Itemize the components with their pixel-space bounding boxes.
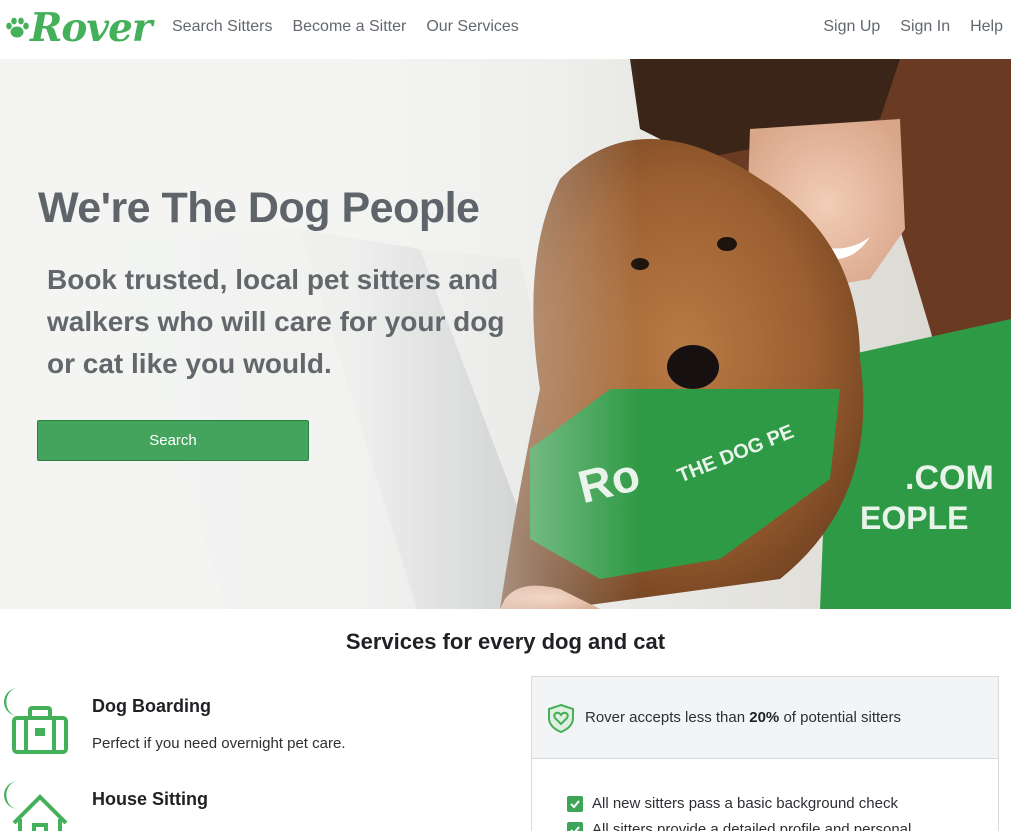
hero-title: We're The Dog People <box>38 184 480 232</box>
paw-icon <box>6 17 29 38</box>
check-item-text: All new sitters pass a basic background … <box>592 795 898 812</box>
trust-statement-percent: 20% <box>749 709 780 726</box>
svg-text:EOPLE: EOPLE <box>860 500 968 536</box>
rover-logo[interactable]: Rover <box>4 4 152 52</box>
checkmark-icon <box>567 821 583 831</box>
service-dog-boarding[interactable]: Dog Boarding Perfect if you need overnig… <box>0 686 520 776</box>
nav-sign-in[interactable]: Sign In <box>900 18 950 36</box>
nav-our-services[interactable]: Our Services <box>426 18 518 36</box>
suitcase-moon-icon <box>4 688 68 754</box>
house-moon-icon <box>4 781 68 831</box>
services-heading: Services for every dog and cat <box>345 629 666 654</box>
trust-panel-header: Rover accepts less than 20% of potential… <box>532 677 998 759</box>
service-name: Dog Boarding <box>92 696 211 716</box>
trust-panel: Rover accepts less than 20% of potential… <box>531 676 999 831</box>
checkmark-icon <box>567 795 583 812</box>
service-description: Perfect if you need overnight pet care. <box>92 735 346 752</box>
shield-heart-icon <box>548 703 574 733</box>
search-button[interactable]: Search <box>37 420 309 461</box>
trust-statement-prefix: Rover accepts less than <box>585 709 750 726</box>
nav-search-sitters[interactable]: Search Sitters <box>172 18 272 36</box>
service-name: House Sitting <box>92 789 208 809</box>
nav-help[interactable]: Help <box>970 18 1003 36</box>
nav-sign-up[interactable]: Sign Up <box>823 18 880 36</box>
check-item-text: All sitters provide a detailed profile a… <box>592 821 912 831</box>
trust-statement-suffix: of potential sitters <box>779 709 902 726</box>
logo-text: Rover <box>30 5 152 51</box>
hero-subtitle: Book trusted, local pet sitters and walk… <box>47 264 505 379</box>
trust-statement: Rover accepts less than 20% of potential… <box>585 709 901 726</box>
primary-nav: Search Sitters Become a Sitter Our Servi… <box>172 18 519 36</box>
check-item: All new sitters pass a basic background … <box>567 795 898 812</box>
hero-banner: .COM EOPLE Ro THE DOG PE We're The Dog P… <box>0 59 1011 609</box>
service-house-sitting[interactable]: House Sitting <box>0 779 520 831</box>
nav-become-a-sitter[interactable]: Become a Sitter <box>292 18 406 36</box>
account-nav: Sign Up Sign In Help <box>823 18 1003 36</box>
svg-text:.COM: .COM <box>905 459 994 497</box>
top-navigation-bar: Rover Search Sitters Become a Sitter Our… <box>0 0 1011 59</box>
check-item: All sitters provide a detailed profile a… <box>567 821 911 831</box>
